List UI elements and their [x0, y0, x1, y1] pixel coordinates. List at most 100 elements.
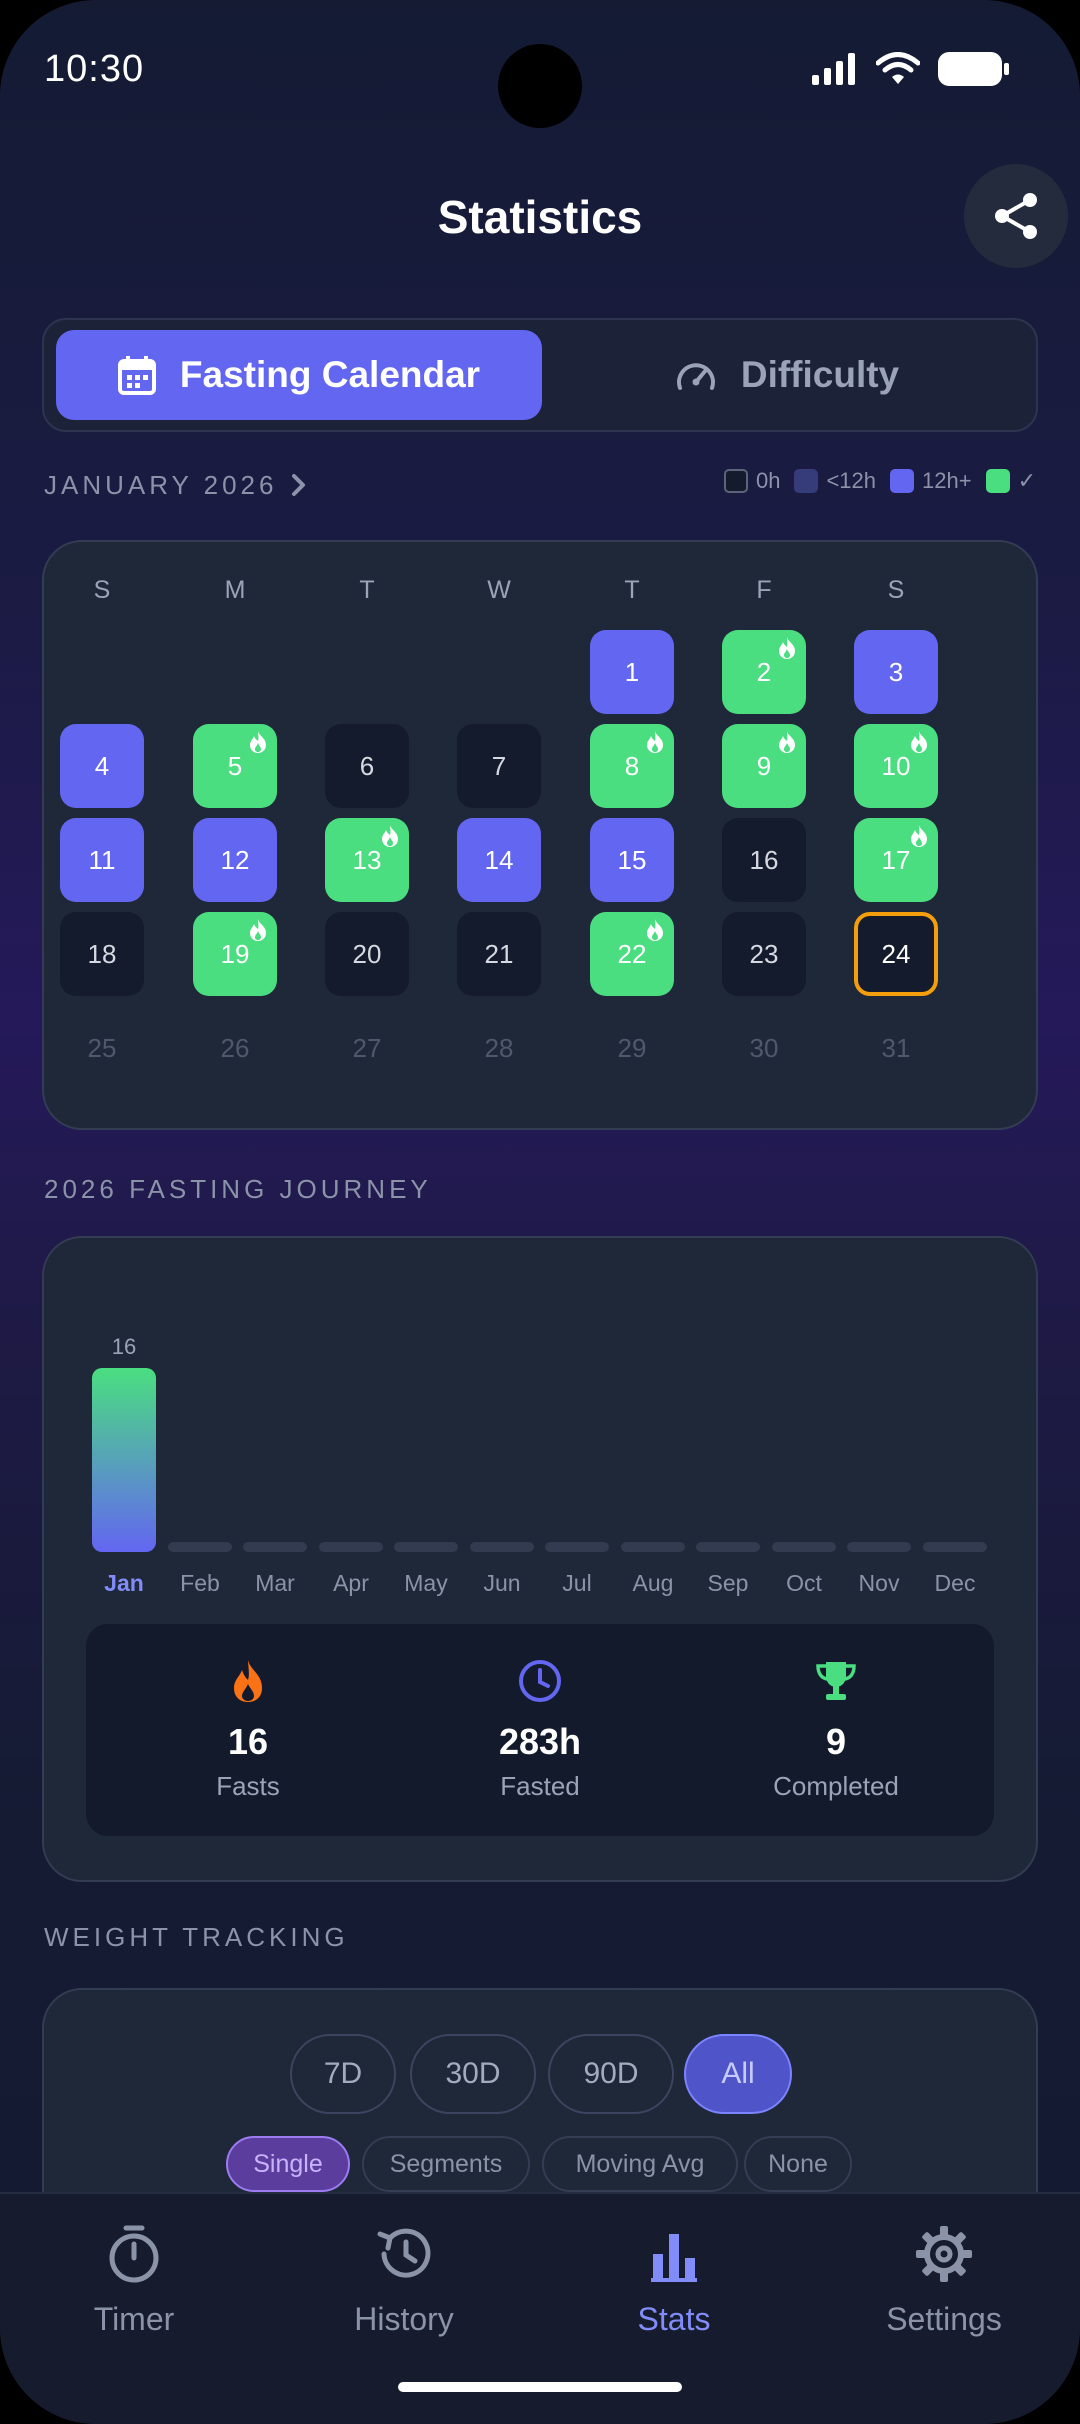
bar-apr — [319, 1542, 383, 1552]
flame-icon — [382, 825, 398, 847]
calendar-day-12[interactable]: 12 — [193, 818, 277, 902]
calendar-day-14[interactable]: 14 — [457, 818, 541, 902]
signal-icon — [812, 53, 855, 85]
flame-icon — [779, 731, 795, 753]
calendar-day-20[interactable]: 20 — [325, 912, 409, 996]
calendar-day-number: 20 — [352, 938, 382, 969]
status-icons — [812, 52, 1010, 86]
calendar-day-number: 5 — [227, 750, 243, 781]
calendar-day-10[interactable]: 10 — [854, 724, 938, 808]
stat-completed: 9 Completed — [716, 1658, 956, 1802]
calendar-day-28: 28 — [457, 1006, 541, 1090]
tab-fasting-calendar[interactable]: Fasting Calendar — [56, 330, 542, 420]
range-7d-button[interactable]: 7D — [290, 2034, 396, 2114]
calendar-day-31: 31 — [854, 1006, 938, 1090]
nav-settings[interactable]: Settings — [844, 2224, 1044, 2338]
month-tick-label: Nov — [858, 1570, 900, 1596]
calendar-day-18[interactable]: 18 — [60, 912, 144, 996]
nav-history[interactable]: History — [304, 2224, 504, 2338]
range-30d-button[interactable]: 30D — [410, 2034, 536, 2114]
header: Statistics — [0, 160, 1080, 280]
legend-swatch-12h-plus — [890, 469, 914, 493]
calendar-day-17[interactable]: 17 — [854, 818, 938, 902]
calendar-month-label: JANUARY 2026 — [44, 470, 278, 500]
share-icon — [995, 193, 1037, 239]
calendar-day-4[interactable]: 4 — [60, 724, 144, 808]
calendar-day-number: 26 — [220, 1032, 250, 1063]
calendar-day-6[interactable]: 6 — [325, 724, 409, 808]
mode-none-chip[interactable]: None — [744, 2136, 852, 2192]
mode-segments-chip[interactable]: Segments — [362, 2136, 530, 2192]
weekday-header: T — [624, 576, 640, 604]
calendar-day-number: 31 — [881, 1032, 911, 1063]
calendar-day-13[interactable]: 13 — [325, 818, 409, 902]
calendar-day-24[interactable]: 24 — [854, 912, 938, 996]
legend-label-completed: ✓ — [1017, 468, 1036, 493]
calendar-day-16[interactable]: 16 — [722, 818, 806, 902]
mode-single-chip[interactable]: Single — [226, 2136, 350, 2192]
flame-icon — [234, 1660, 262, 1702]
stat-fasts-label: Fasts — [216, 1771, 280, 1801]
calendar-day-5[interactable]: 5 — [193, 724, 277, 808]
calendar-day-22[interactable]: 22 — [590, 912, 674, 996]
month-tick-label: Dec — [934, 1570, 976, 1596]
calendar-day-9[interactable]: 9 — [722, 724, 806, 808]
page-title: Statistics — [437, 191, 643, 243]
tab-difficulty-label: Difficulty — [740, 354, 900, 395]
flame-icon — [779, 637, 795, 659]
weekday-header: W — [487, 576, 511, 604]
home-indicator[interactable] — [398, 2382, 682, 2392]
calendar-day-number: 15 — [617, 844, 647, 875]
bar-mar — [243, 1542, 307, 1552]
calendar-day-8[interactable]: 8 — [590, 724, 674, 808]
calendar-day-1[interactable]: 1 — [590, 630, 674, 714]
range-all-button[interactable]: All — [684, 2034, 792, 2114]
calendar-day-number: 2 — [756, 656, 772, 687]
calendar-day-2[interactable]: 2 — [722, 630, 806, 714]
nav-stats-label: Stats — [637, 2301, 711, 2337]
share-button[interactable] — [964, 164, 1068, 268]
range-90d-button[interactable]: 90D — [548, 2034, 674, 2114]
journey-card: 16 Jan Feb Mar Apr May Jun Jul Aug Sep Oct Nov Dec 1… — [42, 1236, 1038, 1882]
flame-icon — [250, 731, 266, 753]
calendar-day-number: 17 — [881, 844, 911, 875]
calendar-day-number: 7 — [491, 750, 507, 781]
calendar-day-number: 14 — [484, 844, 514, 875]
month-tick-label: Feb — [180, 1570, 220, 1596]
weekday-header: T — [359, 576, 375, 604]
journey-stats: 16 Fasts 283h Fasted 9 Completed — [86, 1624, 994, 1836]
calendar-day-3[interactable]: 3 — [854, 630, 938, 714]
weekday-header: S — [93, 576, 111, 604]
stat-completed-label: Completed — [773, 1771, 899, 1801]
month-tick-label: Mar — [255, 1570, 295, 1596]
calendar-day-19[interactable]: 19 — [193, 912, 277, 996]
status-time: 10:30 — [44, 48, 145, 90]
tab-difficulty[interactable]: Difficulty — [544, 330, 1030, 420]
nav-stats[interactable]: Stats — [574, 2224, 774, 2338]
bar-jun — [470, 1542, 534, 1552]
calendar-day-21[interactable]: 21 — [457, 912, 541, 996]
bar-chart-icon — [651, 2234, 697, 2282]
flame-icon — [250, 919, 266, 941]
weekday-header: F — [756, 576, 772, 604]
bar-sep — [696, 1542, 760, 1552]
calendar-day-number: 21 — [484, 938, 514, 969]
calendar-day-11[interactable]: 11 — [60, 818, 144, 902]
weekday-header: S — [887, 576, 905, 604]
chevron-right-icon[interactable] — [284, 468, 314, 502]
stat-fasted: 283h Fasted — [420, 1658, 660, 1802]
calendar-day-23[interactable]: 23 — [722, 912, 806, 996]
clock-icon — [519, 1660, 561, 1702]
gauge-icon — [676, 363, 715, 390]
bar-may — [394, 1542, 458, 1552]
calendar-day-15[interactable]: 15 — [590, 818, 674, 902]
month-tick-label: Oct — [786, 1570, 822, 1596]
bar-aug — [621, 1542, 685, 1552]
calendar-day-number: 19 — [220, 938, 250, 969]
calendar-day-7[interactable]: 7 — [457, 724, 541, 808]
mode-moving-avg-chip[interactable]: Moving Avg — [542, 2136, 738, 2192]
nav-timer[interactable]: Timer — [34, 2224, 234, 2338]
trophy-icon — [816, 1662, 856, 1700]
history-icon — [377, 2228, 431, 2278]
weight-section-title: WEIGHT TRACKING — [44, 1922, 349, 1952]
